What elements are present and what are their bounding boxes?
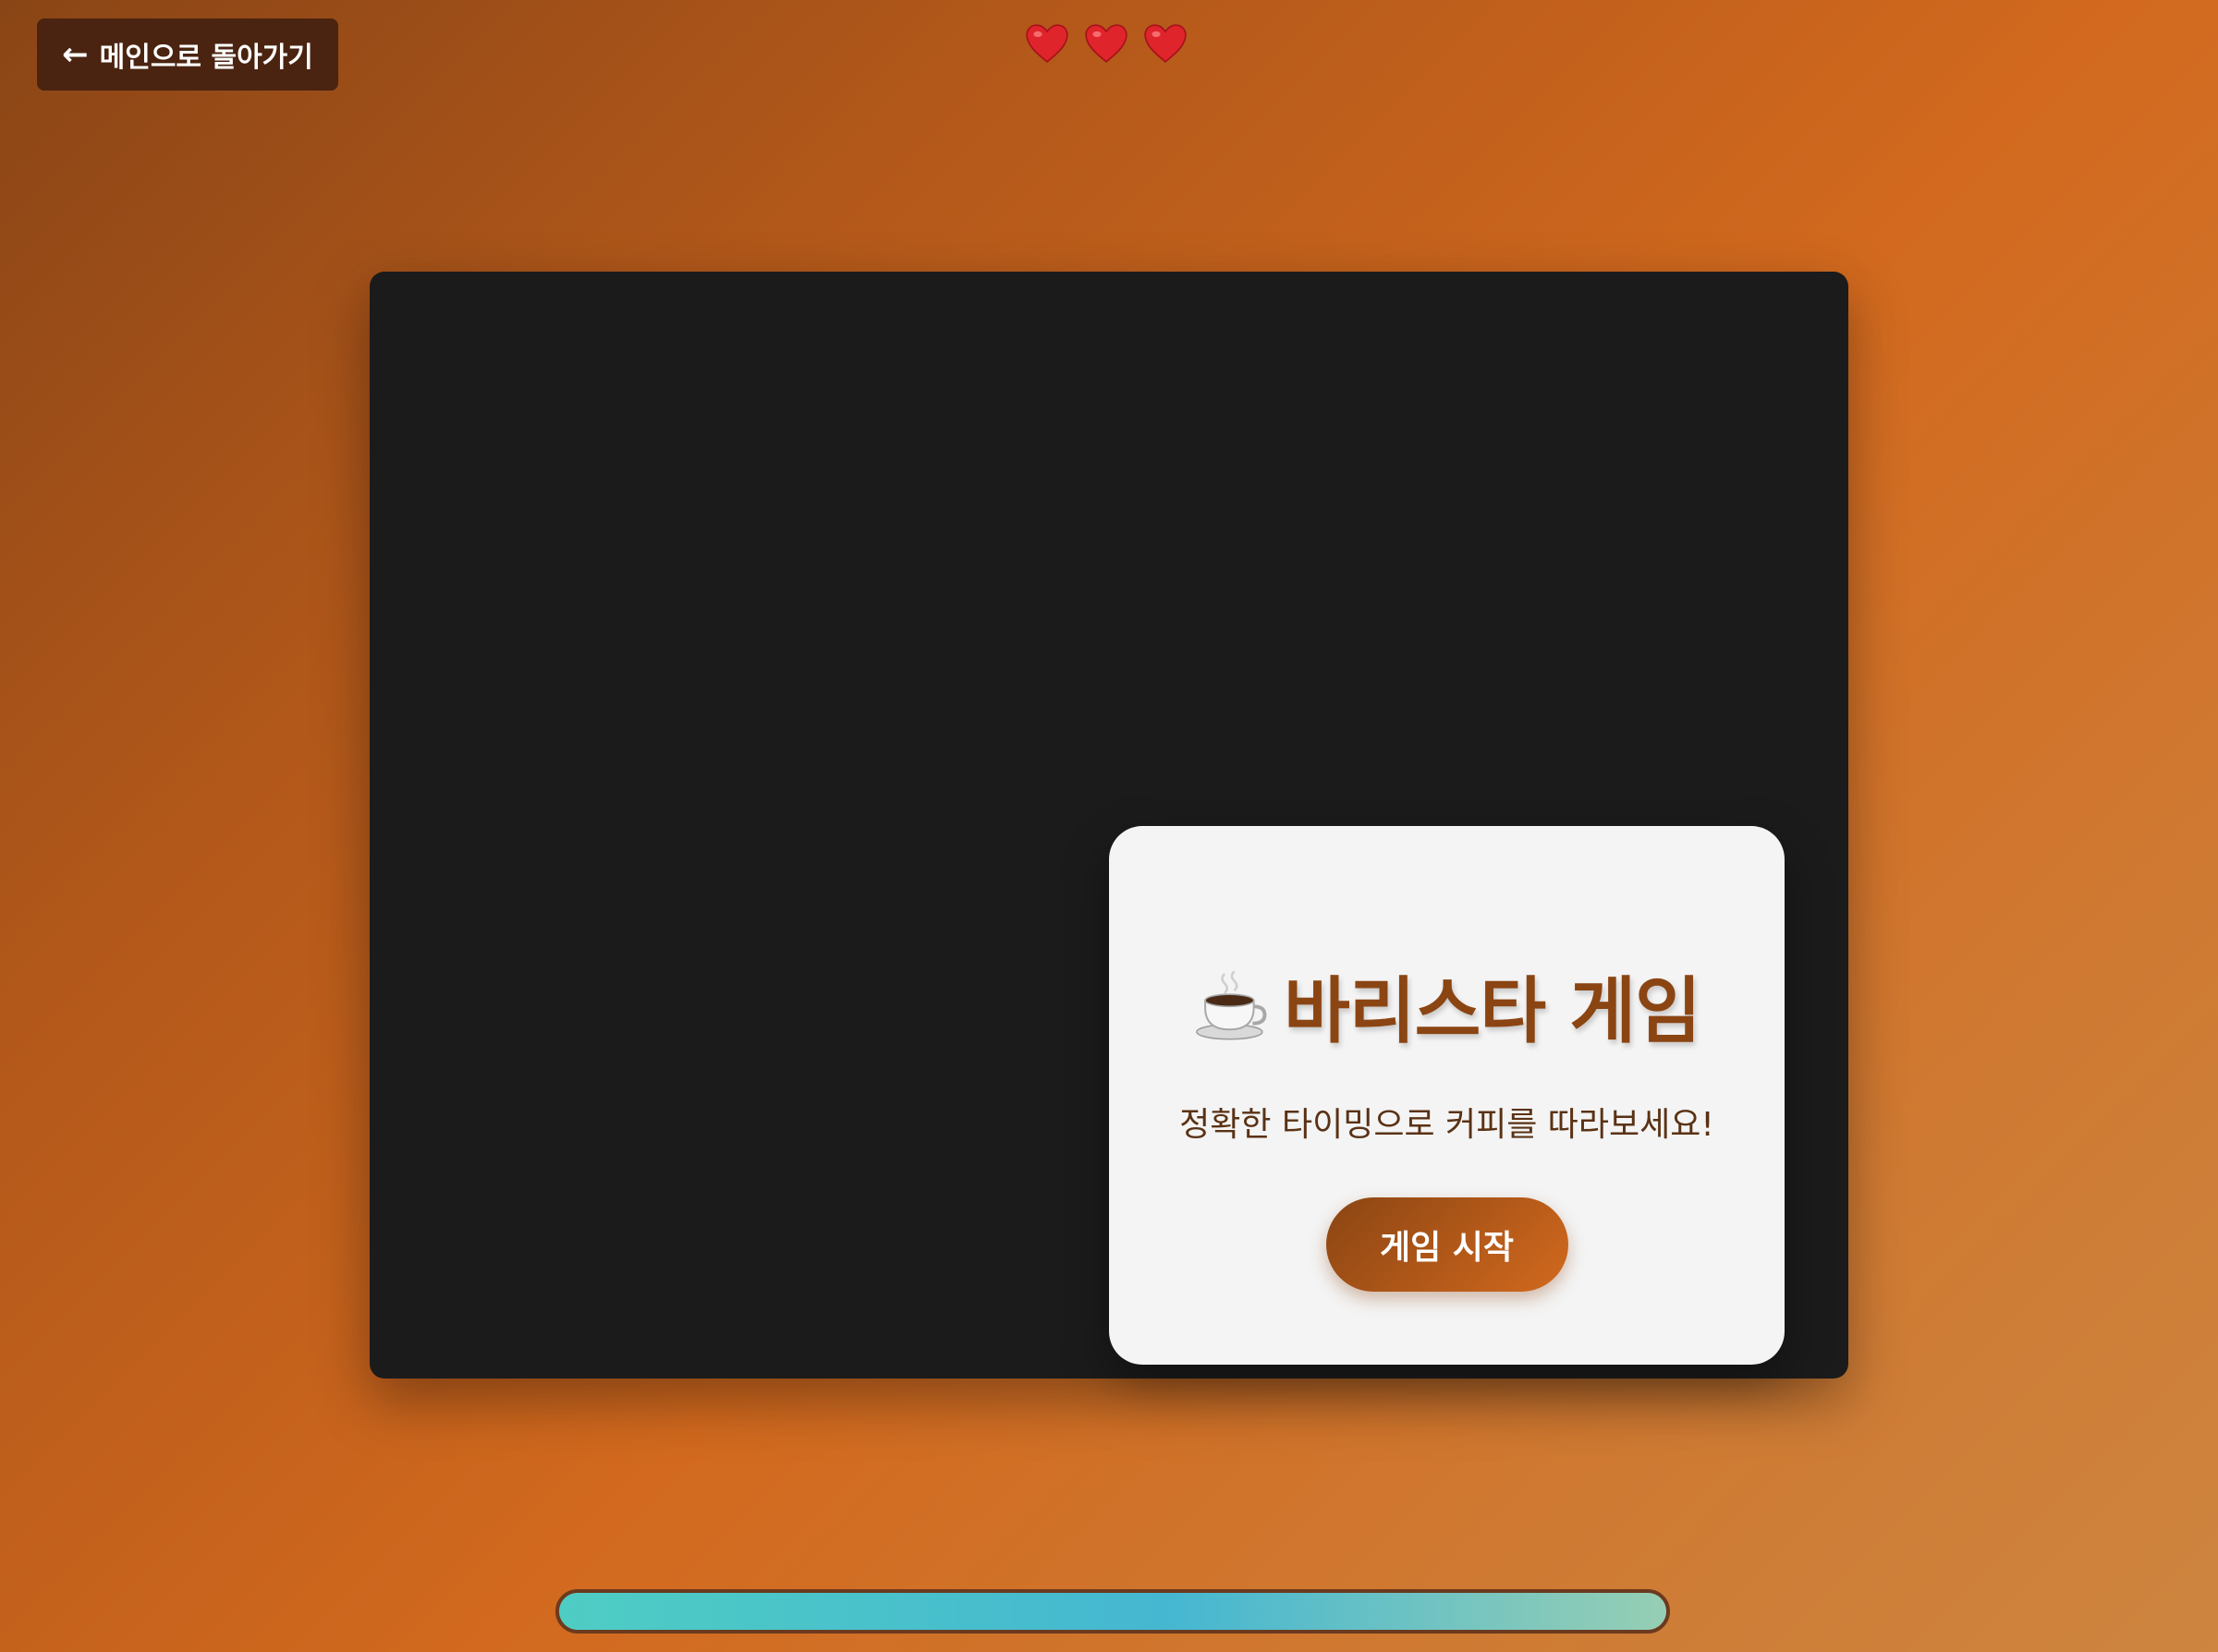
back-to-main-button[interactable]: ← 메인으로 돌아가기 <box>37 18 338 91</box>
arrow-left-icon: ← <box>62 36 89 73</box>
title-row: 바리스타 게임 <box>1193 954 1701 1057</box>
back-button-label: 메인으로 돌아가기 <box>99 42 313 74</box>
start-card: 바리스타 게임 정확한 타이밍으로 커피를 따라보세요! 게임 시작 <box>1109 826 1785 1365</box>
progress-bar <box>555 1589 1670 1634</box>
game-title: 바리스타 게임 <box>1284 970 1701 1053</box>
heart-icon <box>1085 24 1127 63</box>
heart-icon <box>1144 24 1187 63</box>
progress-fill <box>559 1593 1666 1630</box>
lives-display <box>1024 20 1188 67</box>
coffee-cup-icon <box>1196 970 1267 1040</box>
game-subtitle: 정확한 타이밍으로 커피를 따라보세요! <box>1179 1106 1714 1144</box>
heart-icon <box>1026 24 1068 63</box>
game-screen[interactable]: 바리스타 게임 정확한 타이밍으로 커피를 따라보세요! 게임 시작 <box>370 272 1848 1379</box>
start-game-button[interactable]: 게임 시작 <box>1325 1197 1568 1292</box>
